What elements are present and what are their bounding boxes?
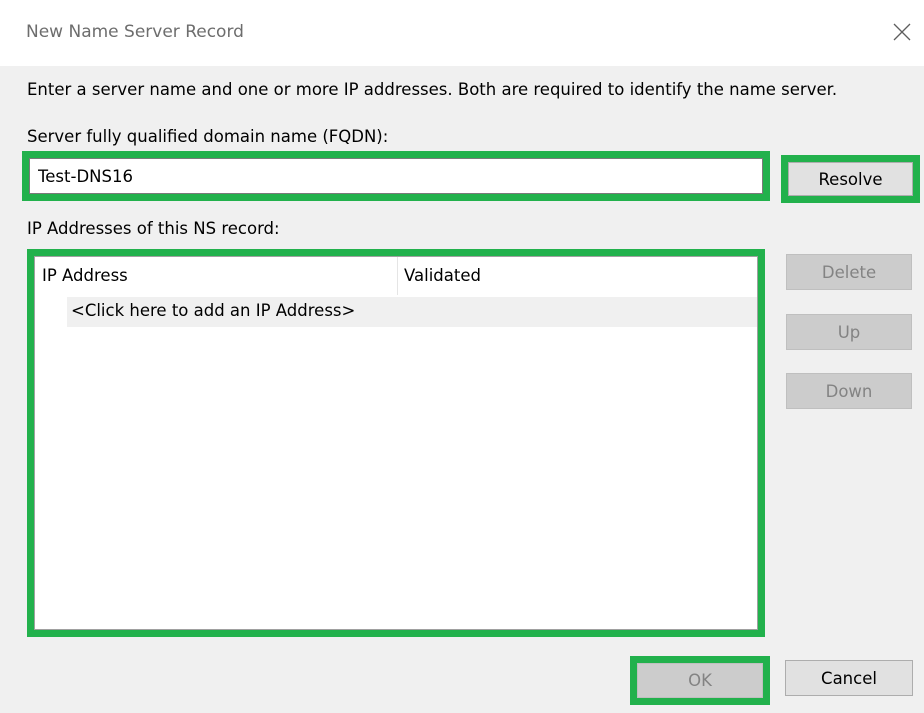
fqdn-input[interactable] xyxy=(29,158,763,194)
window-title: New Name Server Record xyxy=(26,22,244,42)
down-button[interactable]: Down xyxy=(786,373,912,409)
ip-list-label: IP Addresses of this NS record: xyxy=(27,219,280,238)
column-header-validated[interactable]: Validated xyxy=(404,266,481,285)
resolve-button[interactable]: Resolve xyxy=(788,162,913,196)
up-button[interactable]: Up xyxy=(786,314,912,350)
delete-button[interactable]: Delete xyxy=(786,254,912,290)
close-icon xyxy=(893,23,911,41)
add-ip-address-prompt: <Click here to add an IP Address> xyxy=(71,301,356,320)
cancel-button[interactable]: Cancel xyxy=(785,660,913,696)
list-header: IP Address Validated xyxy=(35,257,757,295)
close-button[interactable] xyxy=(890,20,914,44)
instructions-text: Enter a server name and one or more IP a… xyxy=(27,80,838,99)
fqdn-label: Server fully qualified domain name (FQDN… xyxy=(27,127,389,146)
column-header-ip-address[interactable]: IP Address xyxy=(42,266,128,285)
column-divider[interactable] xyxy=(397,257,398,295)
ok-button[interactable]: OK xyxy=(637,663,763,698)
ip-address-list[interactable]: IP Address Validated <Click here to add … xyxy=(34,256,758,630)
add-ip-address-row[interactable]: <Click here to add an IP Address> xyxy=(67,297,757,327)
title-bar: New Name Server Record xyxy=(0,0,924,66)
